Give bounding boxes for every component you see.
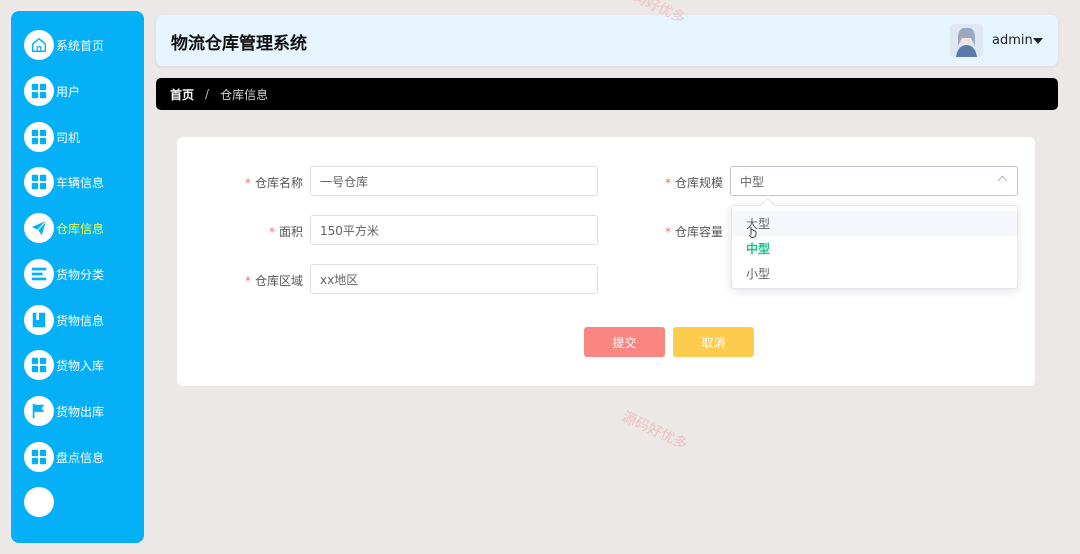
paper-plane-icon	[24, 213, 54, 243]
sidebar-item-home[interactable]: 系统首页	[24, 30, 139, 60]
scale-dropdown: 大型 中型 小型	[731, 205, 1018, 289]
flag-icon	[24, 396, 54, 426]
input-value: 150平方米	[320, 223, 379, 238]
option-small[interactable]: 小型	[732, 261, 1017, 286]
label-text: 仓库区域	[254, 274, 303, 288]
sidebar-item-users[interactable]: 用户	[24, 76, 139, 106]
avatar[interactable]	[950, 24, 983, 57]
grid-icon	[24, 76, 54, 106]
breadcrumb: 首页 / 仓库信息	[156, 78, 1058, 110]
sidebar-item-label: 系统首页	[56, 38, 105, 53]
watermark: 源码好优多	[619, 408, 690, 453]
option-medium[interactable]: 中型	[732, 236, 1017, 261]
submit-button[interactable]: 提交	[584, 327, 665, 357]
sidebar-item-label: 仓库信息	[56, 221, 105, 236]
sidebar-item-label: 车辆信息	[56, 175, 105, 190]
app-title: 物流仓库管理系统	[171, 34, 307, 54]
sidebar-item-goods-info[interactable]: 货物信息	[24, 305, 139, 335]
warehouse-scale-label: * 仓库规模	[633, 174, 723, 191]
home-icon	[24, 30, 54, 60]
warehouse-name-label: * 仓库名称	[213, 174, 303, 191]
option-large[interactable]: 大型	[732, 211, 1017, 236]
sidebar-item-label: 盘点信息	[56, 450, 105, 465]
label-text: 仓库规模	[674, 176, 723, 190]
breadcrumb-home[interactable]: 首页	[170, 86, 194, 103]
sidebar-item-label: 货物入库	[56, 358, 105, 373]
sidebar-item-vehicles[interactable]: 车辆信息	[24, 167, 139, 197]
grid-icon	[24, 122, 54, 152]
sidebar-item-label: 货物分类	[56, 267, 105, 282]
select-value: 中型	[740, 174, 765, 189]
region-label: * 仓库区域	[213, 272, 303, 289]
label-text: 面积	[278, 225, 303, 239]
label-text: 仓库容量	[674, 225, 723, 239]
warehouse-name-input[interactable]: 一号仓库	[310, 166, 598, 196]
sidebar-item-drivers[interactable]: 司机	[24, 122, 139, 152]
mouse-cursor-icon	[749, 227, 757, 238]
sidebar-item-goods-category[interactable]: 货物分类	[24, 259, 139, 289]
grid-icon	[24, 442, 54, 472]
capacity-label: * 仓库容量	[633, 223, 723, 240]
sidebar-item-goods-inbound[interactable]: 货物入库	[24, 350, 139, 380]
region-input[interactable]: xx地区	[310, 264, 598, 294]
sidebar-item-goods-outbound[interactable]: 货物出库	[24, 396, 139, 426]
sidebar: 系统首页 用户 司机 车辆信息 仓库信息 货物分类 货物信息 货物入库 货物出库…	[11, 11, 144, 543]
label-text: 仓库名称	[254, 176, 303, 190]
grid-icon	[24, 167, 54, 197]
username[interactable]: admin	[992, 33, 1033, 48]
sidebar-item-label: 用户	[56, 84, 81, 99]
grid-icon	[24, 487, 54, 517]
warehouse-scale-select[interactable]: 中型	[730, 166, 1018, 196]
required-mark: *	[244, 176, 251, 190]
cancel-button[interactable]: 取消	[673, 327, 754, 357]
required-mark: *	[664, 176, 671, 190]
breadcrumb-separator: /	[205, 87, 210, 101]
grid-icon	[24, 350, 54, 380]
required-mark: *	[664, 225, 671, 239]
header: 物流仓库管理系统 admin	[156, 15, 1058, 66]
area-input[interactable]: 150平方米	[310, 215, 598, 245]
list-icon	[24, 259, 54, 289]
required-mark: *	[244, 274, 251, 288]
sidebar-item-warehouse[interactable]: 仓库信息	[24, 213, 139, 243]
sidebar-item-inventory-check[interactable]: 盘点信息	[24, 442, 139, 472]
required-mark: *	[268, 225, 275, 239]
area-label: * 面积	[213, 223, 303, 240]
caret-down-icon[interactable]	[1033, 38, 1043, 44]
chevron-up-icon	[997, 175, 1008, 186]
sidebar-item-label: 货物信息	[56, 313, 105, 328]
breadcrumb-current: 仓库信息	[220, 87, 269, 102]
sidebar-item-partial[interactable]	[24, 487, 139, 517]
input-value: xx地区	[320, 272, 359, 287]
book-icon	[24, 305, 54, 335]
sidebar-item-label: 司机	[56, 130, 81, 145]
input-value: 一号仓库	[320, 174, 369, 189]
sidebar-item-label: 货物出库	[56, 404, 105, 419]
